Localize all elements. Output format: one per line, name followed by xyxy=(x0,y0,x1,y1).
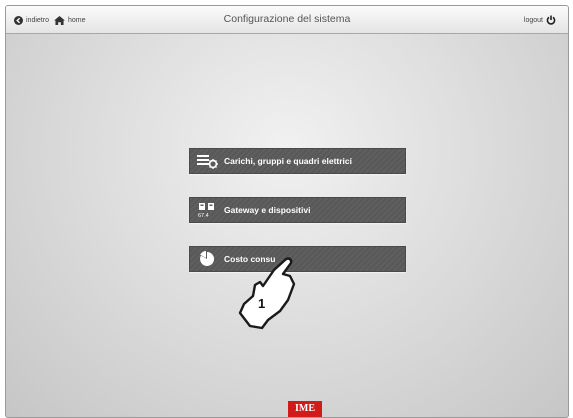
gateway-icon: 67.4 xyxy=(196,201,218,219)
top-bar: indietro home Configurazione del sistema… xyxy=(6,6,568,34)
loads-groups-panels-button[interactable]: Carichi, gruppi e quadri elettrici xyxy=(189,148,406,174)
logout-button[interactable]: logout xyxy=(524,12,559,28)
step-number: 1 xyxy=(258,296,265,311)
ime-logo: IME xyxy=(288,401,322,417)
power-icon xyxy=(546,15,556,25)
logout-label: logout xyxy=(523,16,543,24)
loads-groups-panels-label: Carichi, gruppi e quadri elettrici xyxy=(224,156,352,166)
page-title: Configurazione del sistema xyxy=(223,13,351,25)
load-groups-icon xyxy=(196,152,218,170)
gateway-devices-label: Gateway e dispositivi xyxy=(224,205,311,215)
pointing-hand-icon: 1 xyxy=(232,252,298,337)
pie-chart-icon xyxy=(196,250,218,268)
gateway-devices-button[interactable]: 67.4 Gateway e dispositivi xyxy=(189,197,406,223)
app-window: indietro home Configurazione del sistema… xyxy=(5,5,569,418)
svg-text:67.4: 67.4 xyxy=(198,213,209,218)
